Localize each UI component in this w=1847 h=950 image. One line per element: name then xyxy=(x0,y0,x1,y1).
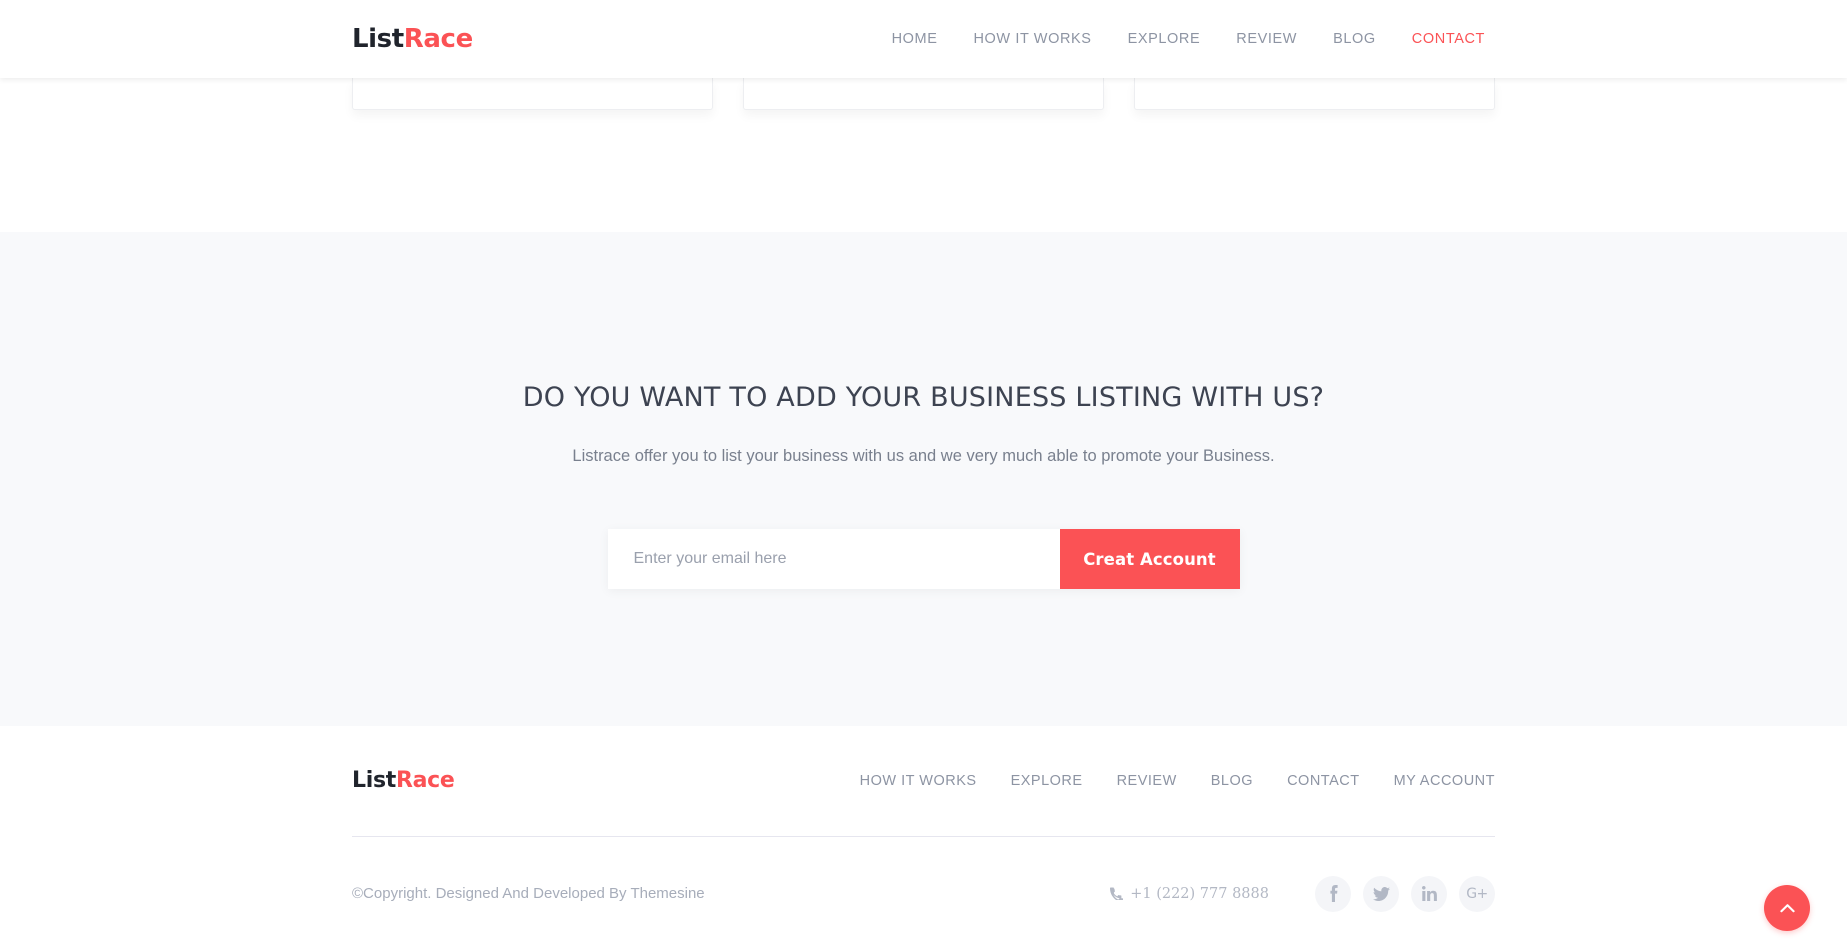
social-links: G+ xyxy=(1315,875,1495,912)
scroll-to-top-button[interactable] xyxy=(1764,885,1810,931)
chevron-up-icon xyxy=(1779,903,1795,913)
footer-inner: ListRace HOW IT WORKS EXPLORE REVIEW BLO… xyxy=(352,726,1495,950)
page-root: ListRace HOME HOW IT WORKS EXPLORE REVIE… xyxy=(0,0,1847,950)
nav-item-contact[interactable]: CONTACT xyxy=(1394,23,1503,55)
footer-logo-text-accent: Race xyxy=(395,768,455,793)
site-footer: ListRace HOW IT WORKS EXPLORE REVIEW BLO… xyxy=(0,726,1847,950)
cta-subtitle: Listrace offer you to list your business… xyxy=(572,447,1275,466)
footer-logo[interactable]: ListRace xyxy=(352,770,455,792)
cta-section: DO YOU WANT TO ADD YOUR BUSINESS LISTING… xyxy=(0,232,1847,726)
site-logo[interactable]: ListRace xyxy=(352,26,473,52)
footer-nav-item-blog[interactable]: BLOG xyxy=(1194,767,1270,795)
footer-logo-text-primary: List xyxy=(352,768,396,793)
copyright-text: ©Copyright. Designed And Developed By Th… xyxy=(352,885,705,902)
phone-icon xyxy=(1110,887,1124,900)
footer-nav-item-review[interactable]: REVIEW xyxy=(1100,767,1194,795)
phone-block[interactable]: +1 (222) 777 8888 xyxy=(1110,886,1269,902)
main-navigation: HOME HOW IT WORKS EXPLORE REVIEW BLOG CO… xyxy=(874,23,1503,55)
nav-item-explore[interactable]: EXPLORE xyxy=(1110,23,1219,55)
footer-nav-item-my-account[interactable]: MY ACCOUNT xyxy=(1377,767,1495,795)
nav-item-blog[interactable]: BLOG xyxy=(1315,23,1394,55)
footer-nav-item-how-it-works[interactable]: HOW IT WORKS xyxy=(843,767,994,795)
twitter-icon[interactable] xyxy=(1363,875,1399,912)
google-plus-label: G+ xyxy=(1466,885,1488,902)
create-account-button[interactable]: Creat Account xyxy=(1059,529,1240,590)
google-plus-icon[interactable]: G+ xyxy=(1459,875,1495,912)
linkedin-icon[interactable] xyxy=(1411,875,1447,912)
nav-item-review[interactable]: REVIEW xyxy=(1218,23,1315,55)
listing-card[interactable] xyxy=(1134,78,1495,110)
listing-cards-row xyxy=(352,78,1495,110)
site-header: ListRace HOME HOW IT WORKS EXPLORE REVIE… xyxy=(0,0,1847,78)
footer-top: ListRace HOW IT WORKS EXPLORE REVIEW BLO… xyxy=(352,726,1495,836)
footer-contact-social: +1 (222) 777 8888 G+ xyxy=(1110,875,1495,912)
subscribe-form: Creat Account xyxy=(607,529,1240,590)
logo-text-accent: Race xyxy=(403,24,473,54)
logo-text-primary: List xyxy=(352,24,404,54)
email-input[interactable] xyxy=(607,529,1060,590)
nav-item-how-it-works[interactable]: HOW IT WORKS xyxy=(955,23,1109,55)
facebook-icon[interactable] xyxy=(1315,875,1351,912)
cta-inner: DO YOU WANT TO ADD YOUR BUSINESS LISTING… xyxy=(352,232,1495,590)
cta-title: DO YOU WANT TO ADD YOUR BUSINESS LISTING… xyxy=(522,382,1325,413)
nav-item-home[interactable]: HOME xyxy=(874,23,956,55)
footer-nav-item-contact[interactable]: CONTACT xyxy=(1270,767,1377,795)
footer-navigation: HOW IT WORKS EXPLORE REVIEW BLOG CONTACT… xyxy=(843,767,1495,795)
listing-card[interactable] xyxy=(352,78,713,110)
footer-bottom: ©Copyright. Designed And Developed By Th… xyxy=(352,837,1495,950)
header-inner: ListRace HOME HOW IT WORKS EXPLORE REVIE… xyxy=(352,0,1495,78)
footer-nav-item-explore[interactable]: EXPLORE xyxy=(994,767,1100,795)
phone-number: +1 (222) 777 8888 xyxy=(1130,885,1269,902)
listing-card[interactable] xyxy=(743,78,1104,110)
listing-cards-strip xyxy=(0,78,1847,232)
